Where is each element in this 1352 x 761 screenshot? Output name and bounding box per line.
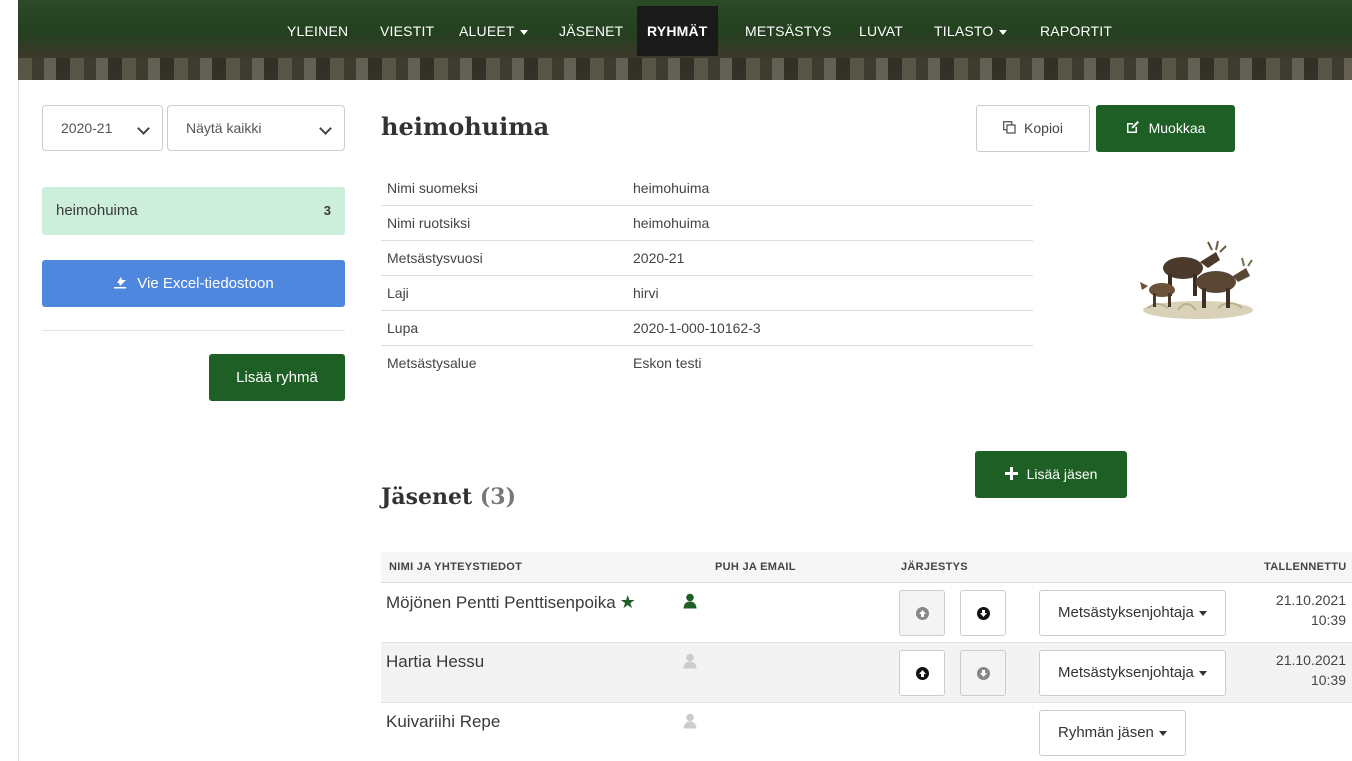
info-key: Laji: [381, 275, 627, 311]
arrow-up-icon: [919, 610, 926, 617]
move-up-button[interactable]: [899, 650, 945, 696]
info-row: Nimi suomeksi heimohuima: [381, 171, 1033, 206]
column-header-contact: PUH JA EMAIL: [715, 561, 796, 573]
member-name[interactable]: Hartia Hessu: [386, 652, 484, 671]
members-table-header: NIMI JA YHTEYSTIEDOT PUH JA EMAIL JÄRJES…: [381, 552, 1352, 583]
filter-select[interactable]: Näytä kaikki: [167, 105, 345, 151]
user-icon[interactable]: [683, 653, 697, 669]
role-dropdown[interactable]: Metsästyksenjohtaja: [1039, 590, 1226, 636]
role-dropdown[interactable]: Metsästyksenjohtaja: [1039, 650, 1226, 696]
chevron-down-icon: [137, 122, 150, 135]
nav-item-jasenet[interactable]: JÄSENET: [559, 6, 623, 56]
role-dropdown[interactable]: Ryhmän jäsen: [1039, 710, 1186, 756]
top-navbar: YLEINEN VIESTIT ALUEET JÄSENET RYHMÄT ME…: [18, 0, 1352, 80]
plus-icon: [1004, 467, 1018, 480]
info-value: 2020-1-000-10162-3: [627, 310, 1033, 346]
arrow-up-icon: [919, 670, 926, 677]
export-icon: [114, 277, 127, 289]
table-row: Möjönen Pentti Penttisenpoika ★ Metsästyk…: [381, 583, 1352, 643]
info-row: Laji hirvi: [381, 275, 1033, 311]
info-row: Lupa 2020-1-000-10162-3: [381, 310, 1033, 346]
group-item-name: heimohuima: [56, 202, 138, 219]
members-count: (3): [479, 484, 517, 510]
nav-item-alueet[interactable]: ALUEET: [459, 6, 528, 56]
add-member-button[interactable]: Lisää jäsen: [975, 451, 1127, 498]
nav-item-ryhmat[interactable]: RYHMÄT: [637, 6, 718, 56]
column-header-saved: TALLENNETTU: [1264, 561, 1347, 573]
page-title: heimohuima: [381, 112, 550, 141]
header-background-photo: [18, 58, 1352, 80]
edit-icon: [1126, 121, 1139, 133]
nav-item-tilasto[interactable]: TILASTO: [934, 6, 1007, 56]
leader-star-icon: ★: [619, 592, 636, 612]
info-key: Nimi ruotsiksi: [381, 205, 627, 241]
arrow-down-icon: [980, 610, 987, 617]
move-down-button[interactable]: [960, 590, 1006, 636]
arrow-down-icon: [980, 670, 987, 677]
sidebar-divider: [42, 330, 345, 331]
sidebar-group-item[interactable]: heimohuima 3: [42, 187, 345, 235]
members-heading: Jäsenet (3): [381, 484, 517, 510]
main-nav: YLEINEN VIESTIT ALUEET JÄSENET RYHMÄT ME…: [18, 6, 1352, 56]
add-group-button[interactable]: Lisää ryhmä: [209, 354, 345, 401]
season-select[interactable]: 2020-21: [42, 105, 163, 151]
info-value: hirvi: [627, 275, 1033, 311]
member-name[interactable]: Kuivariihi Repe: [386, 712, 500, 731]
copy-button[interactable]: Kopioi: [976, 105, 1090, 152]
info-row: Metsästysalue Eskon testi: [381, 346, 1033, 381]
member-name[interactable]: Möjönen Pentti Penttisenpoika: [386, 593, 616, 612]
table-row: Kuivariihi Repe Ryhmän jäsen: [381, 703, 1352, 761]
table-row: Hartia Hessu Metsästyksenjohtaja 21.10.2…: [381, 643, 1352, 703]
group-info-table: Nimi suomeksi heimohuima Nimi ruotsiksi …: [381, 171, 1033, 380]
info-key: Nimi suomeksi: [381, 171, 627, 206]
info-key: Metsästysalue: [387, 355, 477, 371]
info-key: Lupa: [381, 310, 627, 346]
copy-icon: [1003, 121, 1016, 134]
info-row: Metsästysvuosi 2020-21: [381, 240, 1033, 276]
group-item-count: 3: [323, 203, 331, 218]
info-key: Metsästysvuosi: [381, 240, 627, 276]
user-icon[interactable]: [683, 593, 697, 609]
nav-item-luvat[interactable]: LUVAT: [859, 6, 903, 56]
info-row: Nimi ruotsiksi heimohuima: [381, 205, 1033, 241]
user-icon[interactable]: [683, 713, 697, 729]
caret-down-icon: [1198, 610, 1207, 616]
info-value: Eskon testi: [633, 355, 702, 371]
moose-image: [1140, 240, 1253, 319]
nav-item-yleinen[interactable]: YLEINEN: [287, 6, 348, 56]
nav-item-metsastys[interactable]: METSÄSTYS: [745, 6, 832, 56]
saved-timestamp: 21.10.2021 10:39: [1275, 592, 1346, 628]
export-excel-button[interactable]: Vie Excel-tiedostoon: [42, 260, 345, 307]
move-up-button[interactable]: [899, 590, 945, 636]
caret-down-icon: [1158, 730, 1167, 736]
info-value: 2020-21: [627, 240, 1033, 276]
info-value: heimohuima: [627, 205, 1033, 241]
nav-item-raportit[interactable]: RAPORTIT: [1040, 6, 1112, 56]
page-border: [18, 80, 19, 761]
caret-down-icon: [519, 29, 528, 35]
saved-timestamp: 21.10.2021 10:39: [1275, 652, 1346, 688]
column-header-order: JÄRJESTYS: [901, 561, 968, 573]
caret-down-icon: [1198, 670, 1207, 676]
caret-down-icon: [998, 29, 1007, 35]
edit-button[interactable]: Muokkaa: [1096, 105, 1235, 152]
move-down-button[interactable]: [960, 650, 1006, 696]
chevron-down-icon: [319, 122, 332, 135]
info-value: heimohuima: [627, 171, 1033, 206]
column-header-name: NIMI JA YHTEYSTIEDOT: [389, 561, 523, 573]
nav-item-viestit[interactable]: VIESTIT: [380, 6, 434, 56]
